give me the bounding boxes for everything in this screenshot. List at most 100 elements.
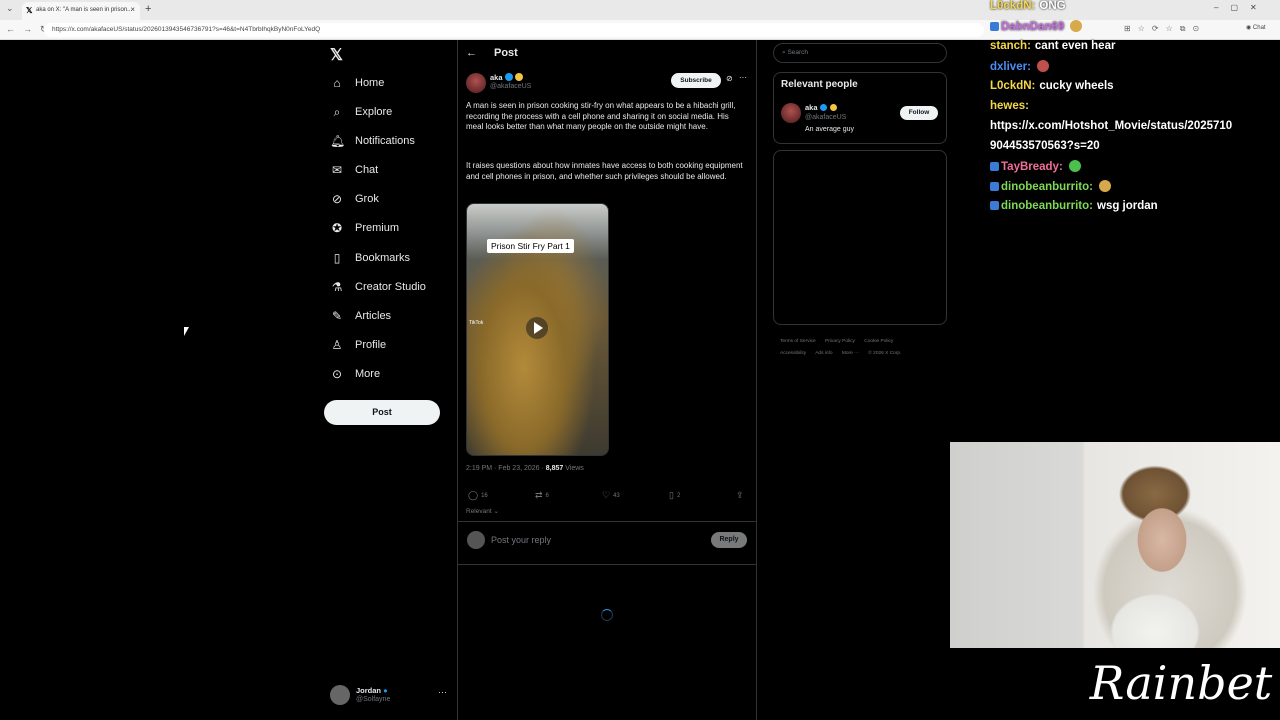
chat-message: stanch: cant even hear [990,40,1115,52]
account-switcher[interactable]: Jordan ● @Solfayne ··· [330,684,450,710]
chat-text: https://x.com/Hotshot_Movie/status/20257… [990,120,1233,132]
sidebar-item-notifications[interactable]: 🔔︎ Notifications [330,130,415,152]
chat-text: cant even hear [1034,40,1116,52]
repost-action[interactable]: ⇄ 6 [535,490,549,501]
search-input[interactable]: ⌕ Search [773,43,947,63]
chat-badge-icon [990,201,999,210]
grok-icon: ⊘ [331,192,343,206]
sidebar-item-chat[interactable]: ✉ Chat [330,159,378,181]
verified-badge-icon [505,73,513,81]
new-tab-button[interactable]: + [145,3,151,15]
chat-icon: ✉ [331,163,343,177]
sidebar-item-label: Articles [355,310,392,322]
chat-username: hewes: [990,100,1029,112]
footer-link[interactable]: More ··· [842,351,859,356]
chat-message: 904453570563?s=20 [990,140,1100,152]
sidebar-item-more[interactable]: ⊙ More [330,363,380,385]
loading-spinner-icon [601,609,613,621]
footer-link[interactable]: Ads info [815,351,832,356]
reply-input[interactable]: Post your reply [491,535,551,545]
author-avatar[interactable] [466,73,486,93]
person-name[interactable]: aka [805,103,818,112]
flask-icon: ⚗ [331,280,343,294]
x-logo-icon[interactable]: 𝕏 [330,45,343,65]
post-more-icon[interactable]: ··· [739,73,747,82]
sidebar-item-articles[interactable]: ✎ Articles [330,305,391,327]
sidebar-item-label: More [355,368,381,380]
window-controls[interactable]: –▢✕ [1214,3,1269,12]
author-handle[interactable]: @akafaceUS [490,83,531,90]
post-button[interactable]: Post [324,400,440,425]
avatar[interactable] [781,103,801,123]
copilot-button[interactable]: ◉ Chat [1246,24,1266,31]
chat-text: ONG [1039,0,1066,12]
sidebar-item-label: Premium [355,222,400,234]
grok-explain-icon[interactable]: ⊘ [726,74,733,83]
article-icon: ✎ [331,309,343,323]
url-field[interactable]: https://x.com/akafaceUS/status/202601394… [44,23,984,37]
chat-username: stanch: [990,40,1031,52]
reply-button[interactable]: Reply [711,532,747,548]
verified-badge-icon: ● [383,686,388,695]
browser-tab[interactable]: 𝕏 aka on X: "A man is seen in prison... … [22,2,140,20]
sidebar-item-explore[interactable]: ⌕ Explore [330,101,393,123]
chat-message: DabnDan69 [990,20,1083,33]
footer-link[interactable]: Privacy Policy [825,339,855,344]
chat-username: dinobeanburrito: [1001,200,1093,212]
avatar [467,531,485,549]
search-icon: ⌕ [333,104,341,119]
person-handle[interactable]: @akafaceUS [805,114,846,121]
reply-sort-dropdown[interactable]: Relevant ⌄ [466,507,499,515]
follow-button[interactable]: Follow [900,106,938,120]
share-icon: ⇪ [736,490,744,500]
tab-close-icon[interactable]: × [130,5,135,14]
share-action[interactable]: ⇪ [736,490,744,501]
chat-text: wsg jordan [1097,200,1158,212]
sidebar-item-grok[interactable]: ⊘ Grok [330,188,379,210]
sidebar-item-profile[interactable]: ♙ Profile [330,334,387,356]
chat-text: cucky wheels [1039,80,1114,92]
reply-action[interactable]: ◯ 16 [468,490,488,501]
chat-message: TayBready: [990,160,1081,173]
panel-title: Relevant people [781,79,858,90]
tab-list-chevron-icon[interactable]: ⌄ [6,3,14,14]
sidebar-item-home[interactable]: ⌂ Home [330,72,384,94]
footer-link[interactable]: Cookie Policy [864,339,893,344]
home-icon: ⌂ [333,76,341,90]
account-more-icon[interactable]: ··· [438,687,447,697]
trends-panel [773,150,947,325]
chat-emote-icon [1068,160,1081,172]
bookmark-action[interactable]: ▯ 2 [669,490,680,501]
chat-message: https://x.com/Hotshot_Movie/status/20257… [990,120,1232,132]
divider [458,521,756,522]
sidebar-item-bookmarks[interactable]: ▯ Bookmarks [330,247,410,269]
browser-toolbar-icons[interactable]: ⊞☆⟳☆⧉⊙ [1124,24,1206,34]
views-label: Views [563,465,584,472]
bookmark-icon: ▯ [333,251,341,265]
post-text-paragraph-1: A man is seen in prison cooking stir-fry… [466,101,736,132]
avatar [330,685,350,705]
subscribe-button[interactable]: Subscribe [671,73,721,88]
like-action[interactable]: ♡ 43 [602,490,620,501]
bell-icon: 🔔︎ [330,134,346,148]
x-favicon-icon: 𝕏 [26,6,33,15]
mouse-cursor-icon [184,327,189,336]
footer-link[interactable]: Terms of Service [780,339,816,344]
sidebar-item-premium[interactable]: ✪ Premium [330,217,399,239]
video-caption-label: Prison Stir Fry Part 1 [487,239,574,253]
chat-message: dxliver: [990,60,1049,73]
webcam-feed [950,442,1280,648]
repost-icon: ⇄ [535,490,543,500]
more-icon: ⊙ [331,367,343,381]
sidebar-item-label: Creator Studio [355,281,426,293]
view-count: 8,857 [545,465,564,472]
footer-link[interactable]: Accessibility [780,351,806,356]
heart-icon: ♡ [602,490,611,500]
sidebar-item-label: Grok [355,193,379,205]
sidebar-item-creator-studio[interactable]: ⚗ Creator Studio [330,276,426,298]
author-name[interactable]: aka [490,73,503,82]
bookmark-icon: ▯ [669,490,674,500]
chat-username: TayBready: [1001,161,1063,173]
account-handle: @Solfayne [356,696,391,703]
back-arrow-icon[interactable]: ← [466,47,477,59]
